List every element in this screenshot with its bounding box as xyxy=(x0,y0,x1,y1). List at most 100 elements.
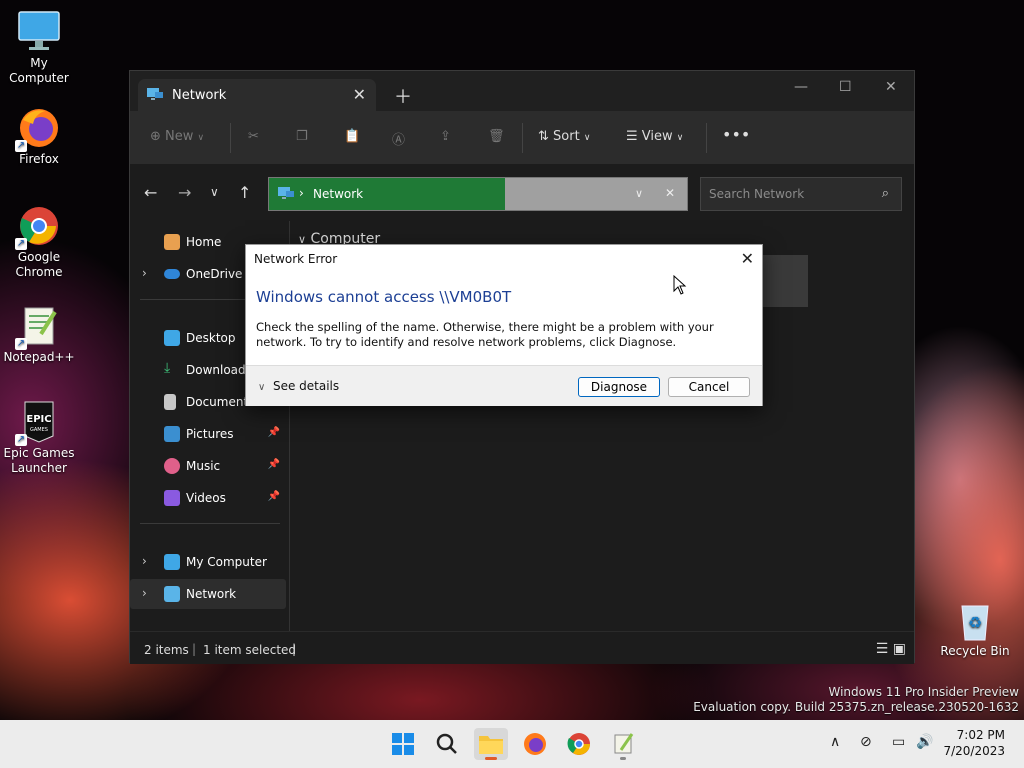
monitor-icon xyxy=(17,10,61,54)
sidebar-item-label: Network xyxy=(186,587,237,601)
desktop-icon-notepadpp[interactable]: ↗ Notepad++ xyxy=(0,304,78,365)
status-bar: 2 items | 1 item selected | ☰ ▣ xyxy=(130,631,914,664)
back-arrow-icon[interactable]: ← xyxy=(144,183,157,202)
clock[interactable]: 7:02 PM 7/20/2023 xyxy=(943,727,1005,759)
desktop-icon-label: Epic Games Launcher xyxy=(3,446,75,475)
search-box[interactable]: Search Network ⌕ xyxy=(700,177,902,211)
volume-icon[interactable]: 🔊 xyxy=(916,734,933,750)
firefox-icon xyxy=(524,733,546,755)
diagnose-button[interactable]: Diagnose xyxy=(578,377,660,397)
sort-button[interactable]: ⇅ Sort ∨ xyxy=(538,129,590,144)
see-details-toggle[interactable]: ∨ See details xyxy=(258,379,339,393)
new-button[interactable]: ⊕ New ∨ xyxy=(150,129,204,144)
network-icon xyxy=(278,187,294,199)
sidebar-item-label: Desktop xyxy=(186,331,236,345)
clock-date: 7/20/2023 xyxy=(943,744,1005,758)
sidebar-item-label: OneDrive xyxy=(186,267,243,281)
running-app-indicator xyxy=(620,757,626,760)
pin-icon[interactable]: 📌 xyxy=(268,427,280,438)
desktop-icon-epic-games[interactable]: EPIC GAMES ↗ Epic Games Launcher xyxy=(0,400,78,476)
desktop-icon-chrome[interactable]: ↗ Google Chrome xyxy=(0,204,78,280)
address-dropdown-icon[interactable]: ∨ xyxy=(635,187,643,200)
start-button[interactable] xyxy=(386,728,420,760)
expand-chevron-icon[interactable]: › xyxy=(142,586,147,600)
mouse-cursor-icon xyxy=(673,275,687,295)
watermark-build: Evaluation copy. Build 25375.zn_release.… xyxy=(693,700,1019,714)
details-view-icon[interactable]: ☰ xyxy=(876,641,889,657)
window-close-icon[interactable]: ✕ xyxy=(885,79,897,95)
view-toggle[interactable]: ☰ ▣ xyxy=(876,641,906,657)
copy-icon[interactable]: ❐ xyxy=(296,129,308,144)
share-icon[interactable]: ⇪ xyxy=(440,129,451,144)
sidebar-item-label: Pictures xyxy=(186,427,234,441)
taskbar-chrome[interactable] xyxy=(562,728,596,760)
desktop-folder-icon xyxy=(164,330,180,346)
shortcut-arrow-icon: ↗ xyxy=(15,338,27,350)
more-options-icon[interactable]: ••• xyxy=(722,125,750,144)
tab-network[interactable]: Network ✕ xyxy=(138,79,376,111)
view-button[interactable]: ☰ View ∨ xyxy=(626,129,683,144)
address-clear-icon[interactable]: ✕ xyxy=(665,186,675,200)
watermark-edition: Windows 11 Pro Insider Preview xyxy=(828,685,1019,699)
cut-icon[interactable]: ✂ xyxy=(248,129,259,144)
rename-icon[interactable]: Ⓐ xyxy=(392,129,405,148)
expand-chevron-icon[interactable]: › xyxy=(142,554,147,568)
network-error-dialog: Network Error ✕ Windows cannot access \\… xyxy=(245,244,763,406)
command-bar: ⊕ New ∨ ✂ ❐ 📋 Ⓐ ⇪ 🗑 ⇅ Sort ∨ ☰ View ∨ ••… xyxy=(130,111,914,165)
network-icon xyxy=(147,88,163,100)
dialog-title: Network Error xyxy=(254,252,338,266)
toolbar-divider xyxy=(522,123,523,153)
forward-arrow-icon[interactable]: → xyxy=(178,183,191,202)
desktop-icon-label: Firefox xyxy=(19,152,59,166)
delete-icon[interactable]: 🗑 xyxy=(488,129,505,144)
expand-chevron-icon[interactable]: › xyxy=(142,266,147,280)
up-arrow-icon[interactable]: ↑ xyxy=(238,183,251,202)
recent-chevron-icon[interactable]: ∨ xyxy=(210,185,219,199)
notepadpp-icon xyxy=(614,733,634,754)
clock-time: 7:02 PM xyxy=(956,728,1005,742)
view-list-icon: ☰ xyxy=(626,129,638,144)
display-icon[interactable]: ▭ xyxy=(892,734,905,750)
paste-icon[interactable]: 📋 xyxy=(344,129,360,144)
sidebar-item-my-computer[interactable]: › My Computer xyxy=(130,547,286,577)
pin-icon[interactable]: 📌 xyxy=(268,491,280,502)
tiles-view-icon[interactable]: ▣ xyxy=(893,641,906,657)
tab-close-icon[interactable]: ✕ xyxy=(353,85,366,104)
sidebar-item-videos[interactable]: Videos 📌 xyxy=(130,483,286,513)
plus-circle-icon: ⊕ xyxy=(150,129,161,144)
pictures-icon xyxy=(164,426,180,442)
cancel-button[interactable]: Cancel xyxy=(668,377,750,397)
music-icon xyxy=(164,458,180,474)
toolbar-divider xyxy=(230,123,231,153)
recycle-bin-icon: ♻ xyxy=(953,598,997,642)
svg-text:EPIC: EPIC xyxy=(26,414,51,425)
minimize-icon[interactable]: — xyxy=(794,79,808,95)
sidebar-item-music[interactable]: Music 📌 xyxy=(130,451,286,481)
sidebar-item-pictures[interactable]: Pictures 📌 xyxy=(130,419,286,449)
svg-text:♻: ♻ xyxy=(968,613,982,632)
dialog-message: Check the spelling of the name. Otherwis… xyxy=(256,320,714,349)
desktop-icon-label: Notepad++ xyxy=(3,350,75,364)
desktop-icon-recycle-bin[interactable]: ♻ Recycle Bin xyxy=(936,598,1014,659)
desktop-icon-firefox[interactable]: ↗ Firefox xyxy=(0,106,78,167)
maximize-icon[interactable]: ☐ xyxy=(839,79,852,95)
taskbar-notepadpp[interactable] xyxy=(606,728,640,760)
firefox-icon: ↗ xyxy=(15,106,61,152)
taskbar-file-explorer[interactable] xyxy=(474,728,508,760)
dialog-close-icon[interactable]: ✕ xyxy=(741,249,754,268)
sidebar-item-network[interactable]: › Network xyxy=(130,579,286,609)
network-disconnected-icon[interactable]: ⊘ xyxy=(860,734,872,750)
taskbar-firefox[interactable] xyxy=(518,728,552,760)
active-app-indicator xyxy=(485,757,497,760)
show-hidden-icons-chevron[interactable]: ∧ xyxy=(830,734,840,750)
sidebar-item-label: My Computer xyxy=(186,555,267,569)
dialog-footer: ∨ See details Diagnose Cancel xyxy=(246,365,762,406)
new-tab-plus-icon[interactable]: ＋ xyxy=(394,83,412,109)
shortcut-arrow-icon: ↗ xyxy=(15,434,27,446)
sidebar-item-label: Downloads xyxy=(186,363,252,377)
address-bar[interactable]: › Network ∨ ✕ xyxy=(268,177,688,211)
desktop-icon-my-computer[interactable]: My Computer xyxy=(0,10,78,86)
pin-icon[interactable]: 📌 xyxy=(268,459,280,470)
search-button[interactable] xyxy=(430,728,464,760)
chevron-down-icon: ∨ xyxy=(583,133,591,143)
